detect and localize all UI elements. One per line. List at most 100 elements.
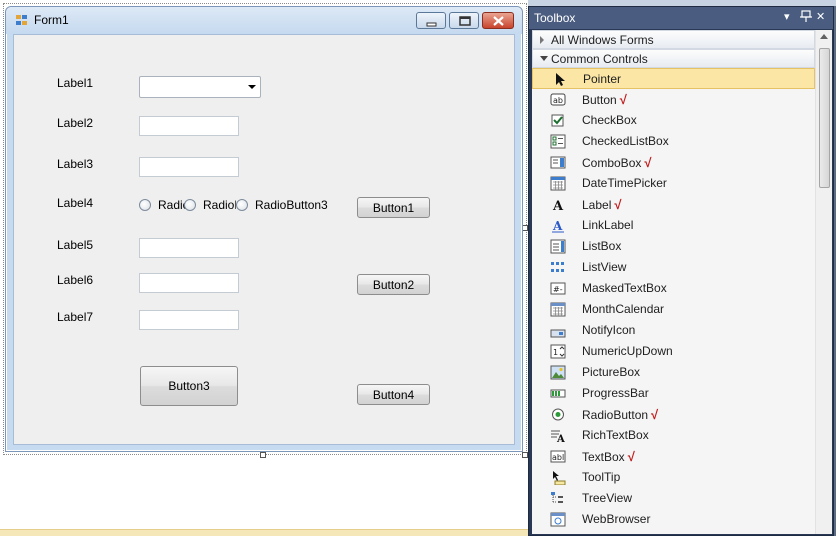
button2[interactable]: Button2 [357, 274, 430, 295]
toolbox-item-monthcalendar[interactable]: MonthCalendar [532, 299, 815, 320]
form-titlebar: Form1 [6, 7, 522, 34]
radiobutton2-circle[interactable] [184, 199, 196, 211]
form-window[interactable]: Form1 Label1 Label2 Label3 Label4 Label5… [5, 6, 523, 452]
radiobutton1-label[interactable]: RadioButton1 [158, 198, 186, 212]
toolbox-item-label[interactable]: A Label √ [532, 194, 815, 215]
item-label: CheckedListBox [582, 134, 669, 148]
item-label: NumericUpDown [582, 344, 673, 358]
toolbox-item-checkedlistbox[interactable]: CheckedListBox [532, 131, 815, 152]
button3[interactable]: Button3 [140, 366, 238, 406]
minimize-button[interactable] [416, 12, 446, 29]
toolbox-item-numericupdown[interactable]: 1 NumericUpDown [532, 341, 815, 362]
radiobutton1-circle[interactable] [139, 199, 151, 211]
resize-handle-bottom[interactable] [260, 452, 266, 458]
checkedlistbox-icon [550, 134, 566, 149]
toolbox-item-treeview[interactable]: TreeView [532, 488, 815, 509]
toolbox-item-button[interactable]: ab Button √ [532, 89, 815, 110]
form-title: Form1 [34, 13, 69, 27]
item-label: ListView [582, 260, 627, 274]
toolbox-item-listview[interactable]: ListView [532, 257, 815, 278]
toolbox-item-radiobutton[interactable]: RadioButton √ [532, 404, 815, 425]
dropdown-icon[interactable]: ▾ [784, 10, 790, 24]
toolbox-item-tooltip[interactable]: ToolTip [532, 467, 815, 488]
svg-text:A: A [556, 434, 565, 443]
item-label: CheckBox [582, 113, 637, 127]
label3: Label3 [57, 157, 94, 171]
chevron-down-icon[interactable] [248, 85, 256, 89]
webbrowser-icon [550, 512, 566, 527]
textbox4[interactable] [139, 273, 239, 293]
toolbox-item-datetimepicker[interactable]: DateTimePicker [532, 173, 815, 194]
numericupdown-icon: 1 [550, 344, 566, 359]
label7: Label7 [57, 310, 94, 324]
toolbox-item-pointer[interactable]: Pointer [532, 68, 815, 89]
checkmark-annotation: √ [614, 197, 622, 212]
tab-label: Common Controls [551, 52, 648, 66]
toolbox-item-notifyicon[interactable]: NotifyIcon [532, 320, 815, 341]
item-label: NotifyIcon [582, 323, 636, 337]
item-label: Label √ [582, 197, 622, 212]
toolbox-title: Toolbox [534, 11, 576, 25]
toolbox-item-webbrowser[interactable]: WebBrowser [532, 509, 815, 530]
maximize-button[interactable] [449, 12, 479, 29]
label5: Label5 [57, 238, 94, 252]
label6: Label6 [57, 273, 94, 287]
toolbox-item-checkbox[interactable]: CheckBox [532, 110, 815, 131]
toolbox-item-maskedtextbox[interactable]: #- MaskedTextBox [532, 278, 815, 299]
maskedtextbox-icon: #- [550, 282, 566, 295]
textbox1[interactable] [139, 116, 239, 136]
form-client-area: Label1 Label2 Label3 Label4 Label5 Label… [13, 34, 515, 445]
radiobutton2-label[interactable]: RadioButton2 [203, 198, 236, 212]
designer-status-strip [0, 529, 528, 536]
toolbox-scrollbar[interactable] [815, 30, 832, 534]
svg-text:ab: ab [553, 96, 563, 105]
linklabel-icon: A [552, 219, 564, 233]
svg-text:abl: abl [552, 453, 564, 462]
listbox-icon [550, 239, 566, 254]
item-label: WebBrowser [582, 512, 651, 526]
textbox5[interactable] [139, 310, 239, 330]
scroll-up-icon[interactable] [820, 34, 828, 39]
item-label: TreeView [582, 491, 633, 505]
minimize-icon [426, 22, 437, 27]
close-button[interactable] [482, 12, 514, 29]
button1[interactable]: Button1 [357, 197, 430, 218]
toolbox-item-richtextbox[interactable]: A RichTextBox [532, 425, 815, 446]
checkmark-annotation: √ [627, 449, 635, 464]
scrollbar-thumb[interactable] [819, 48, 830, 188]
toolbox-item-picturebox[interactable]: PictureBox [532, 362, 815, 383]
expand-arrow-icon [540, 36, 544, 44]
combobox-icon [550, 156, 566, 169]
toolbox-item-textbox[interactable]: abl TextBox √ [532, 446, 815, 467]
radiobutton3-circle[interactable] [236, 199, 248, 211]
checkbox-icon [551, 114, 564, 127]
item-label: PictureBox [582, 365, 641, 379]
textbox-icon: abl [550, 450, 566, 463]
item-label: ProgressBar [582, 386, 649, 400]
item-label: ListBox [582, 239, 622, 253]
textbox3[interactable] [139, 238, 239, 258]
tab-common-controls[interactable]: Common Controls [532, 49, 815, 68]
item-label: Button √ [582, 92, 627, 107]
toolbox-titlebar: Toolbox ▾ ✕ [529, 7, 833, 29]
toolbox-item-combobox[interactable]: ComboBox √ [532, 152, 815, 173]
label2: Label2 [57, 116, 94, 130]
button4[interactable]: Button4 [357, 384, 430, 405]
radiobutton3-label[interactable]: RadioButton3 [255, 198, 335, 212]
label4: Label4 [57, 196, 94, 210]
toolbox-item-listbox[interactable]: ListBox [532, 236, 815, 257]
toolbox-item-linklabel[interactable]: A LinkLabel [532, 215, 815, 236]
combobox1[interactable] [139, 76, 261, 98]
close-icon[interactable]: ✕ [816, 10, 825, 24]
tab-all-windows-forms[interactable]: All Windows Forms [532, 30, 815, 49]
collapse-arrow-icon [540, 56, 548, 61]
pin-icon[interactable] [800, 10, 812, 26]
picturebox-icon [550, 365, 566, 380]
item-label: DateTimePicker [582, 176, 667, 190]
listview-icon [551, 262, 564, 272]
tooltip-icon [553, 471, 566, 485]
item-label: ToolTip [582, 470, 621, 484]
textbox2[interactable] [139, 157, 239, 177]
toolbox-item-progressbar[interactable]: ProgressBar [532, 383, 815, 404]
checkmark-annotation: √ [644, 155, 652, 170]
